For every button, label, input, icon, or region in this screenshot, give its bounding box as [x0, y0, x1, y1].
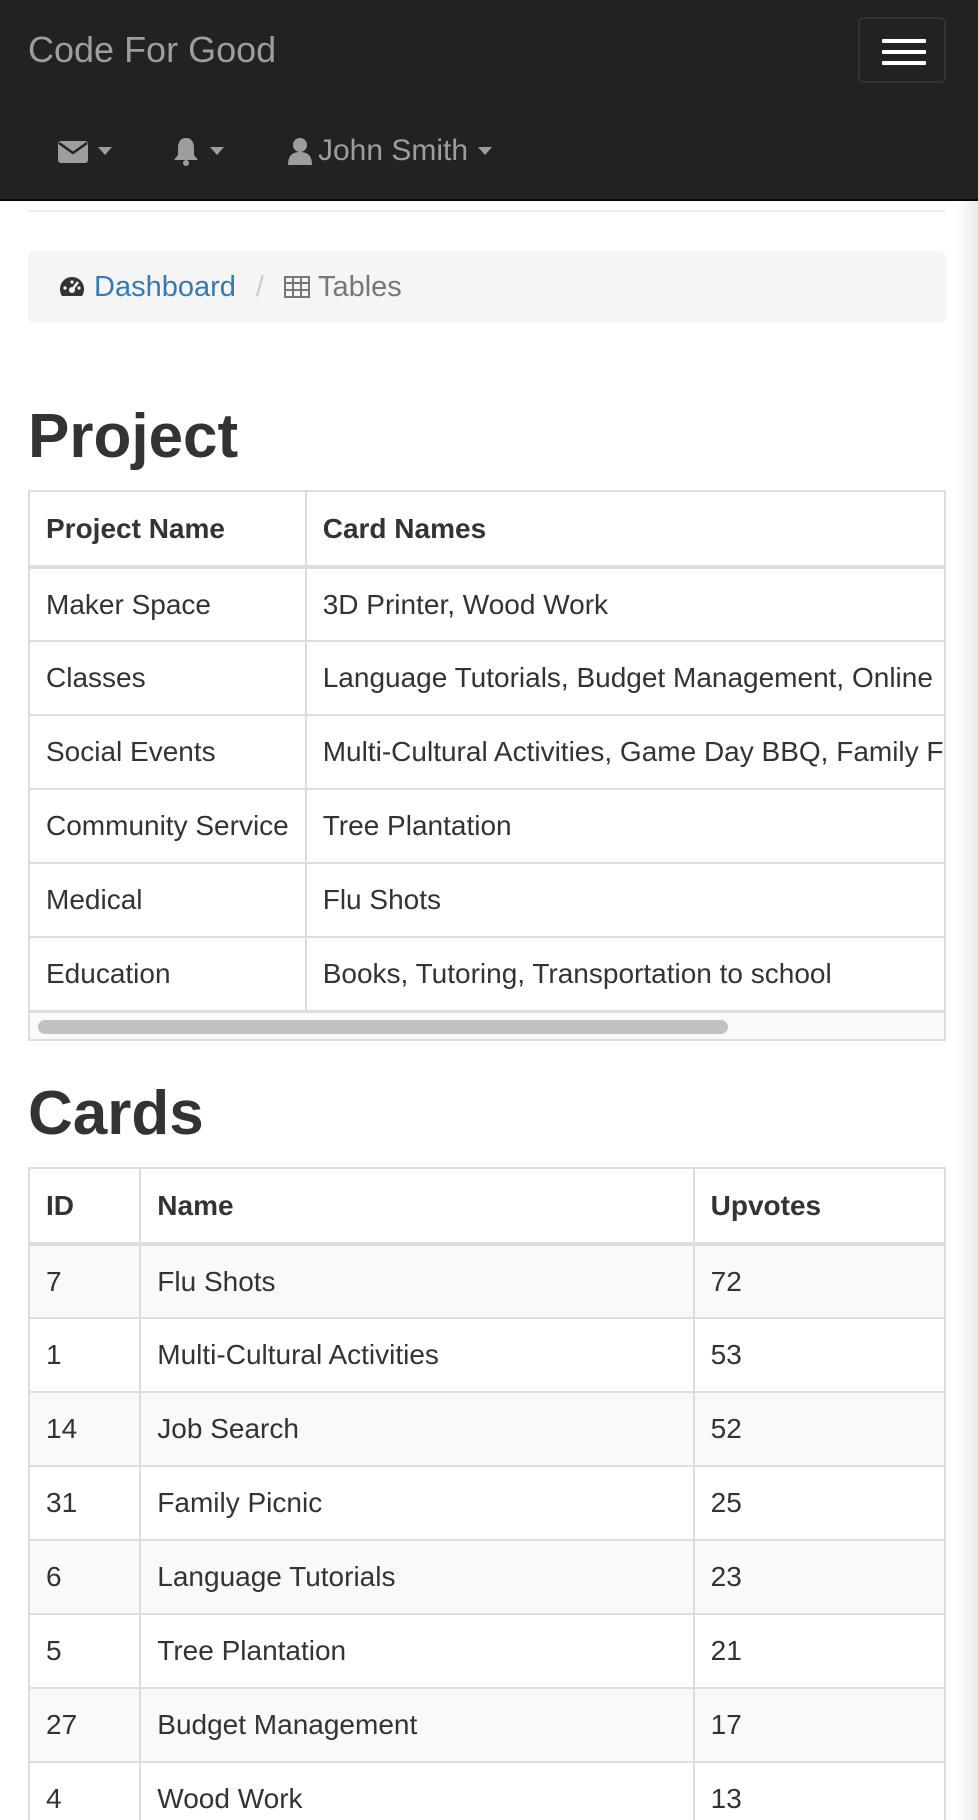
cards-table: ID Name Upvotes 7 Flu Shots 72 1 Multi-C…: [30, 1169, 944, 1820]
column-header: Name: [139, 1169, 695, 1246]
card-name-cell: Multi-Cultural Activities: [139, 1317, 695, 1393]
card-upvotes-cell: 53: [692, 1317, 944, 1393]
brand-link[interactable]: Code For Good: [28, 28, 276, 72]
breadcrumb-separator: /: [255, 270, 264, 303]
table-row: 31 Family Picnic 25: [30, 1465, 944, 1541]
card-names-cell: Flu Shots: [304, 862, 944, 938]
breadcrumb-tables-label: Tables: [317, 270, 402, 303]
table-row: Classes Language Tutorials, Budget Manag…: [30, 640, 944, 716]
alerts-dropdown[interactable]: [172, 128, 224, 174]
table-row: Social Events Multi-Cultural Activities,…: [30, 714, 944, 790]
project-name-cell: Classes: [30, 640, 307, 716]
breadcrumb: Dashboard / Tables: [28, 251, 946, 323]
table-row: Community Service Tree Plantation: [30, 788, 944, 864]
card-id-cell: 1: [30, 1317, 142, 1393]
card-id-cell: 31: [30, 1465, 142, 1541]
user-dropdown[interactable]: John Smith: [288, 128, 493, 174]
table-header-row: ID Name Upvotes: [30, 1169, 944, 1246]
envelope-icon: [58, 141, 88, 163]
project-name-cell: Maker Space: [30, 566, 307, 642]
breadcrumb-tables: Tables: [283, 270, 402, 304]
card-id-cell: 7: [30, 1243, 142, 1319]
card-name-cell: Tree Plantation: [139, 1613, 695, 1689]
table-row: 14 Job Search 52: [30, 1391, 944, 1467]
table-row: 1 Multi-Cultural Activities 53: [30, 1317, 944, 1393]
caret-down-icon: [478, 147, 493, 155]
card-id-cell: 6: [30, 1539, 142, 1615]
card-upvotes-cell: 52: [692, 1391, 944, 1467]
card-id-cell: 14: [30, 1391, 142, 1467]
cards-heading: Cards: [28, 1079, 204, 1148]
user-name: John Smith: [318, 134, 469, 167]
project-name-cell: Social Events: [30, 714, 307, 790]
project-table-container: Project Name Card Names Maker Space 3D P…: [28, 490, 946, 1041]
card-names-cell: Books, Tutoring, Transportation to schoo…: [304, 936, 944, 1012]
card-names-cell: Multi-Cultural Activities, Game Day BBQ,…: [304, 714, 944, 790]
cards-table-container: ID Name Upvotes 7 Flu Shots 72 1 Multi-C…: [28, 1167, 946, 1820]
header-divider: [28, 210, 946, 212]
page-edge-shadow: [956, 201, 978, 1820]
project-heading: Project: [28, 402, 239, 471]
table-row: 5 Tree Plantation 21: [30, 1613, 944, 1689]
column-header: Card Names: [304, 492, 944, 569]
card-upvotes-cell: 13: [692, 1761, 944, 1820]
table-row: 27 Budget Management 17: [30, 1687, 944, 1763]
card-name-cell: Language Tutorials: [139, 1539, 695, 1615]
column-header: ID: [30, 1169, 142, 1246]
breadcrumb-dashboard[interactable]: Dashboard: [58, 271, 236, 304]
card-upvotes-cell: 23: [692, 1539, 944, 1615]
horizontal-scrollbar[interactable]: [30, 1011, 944, 1039]
bell-icon: [174, 138, 198, 166]
card-id-cell: 5: [30, 1613, 142, 1689]
table-icon: [283, 276, 310, 298]
table-row: 7 Flu Shots 72: [30, 1243, 944, 1319]
caret-down-icon: [210, 147, 224, 155]
card-name-cell: Family Picnic: [139, 1465, 695, 1541]
scrollbar-thumb[interactable]: [38, 1020, 728, 1034]
card-id-cell: 27: [30, 1687, 142, 1763]
breadcrumb-dashboard-label: Dashboard: [94, 270, 236, 303]
column-header: Upvotes: [692, 1169, 944, 1246]
table-header-row: Project Name Card Names: [30, 492, 944, 569]
project-table: Project Name Card Names Maker Space 3D P…: [30, 492, 944, 1012]
card-name-cell: Wood Work: [139, 1761, 695, 1820]
table-row: Medical Flu Shots: [30, 862, 944, 938]
user-icon: [288, 138, 312, 165]
caret-down-icon: [98, 147, 112, 155]
card-name-cell: Flu Shots: [139, 1243, 695, 1319]
card-names-cell: Tree Plantation: [304, 788, 944, 864]
messages-dropdown[interactable]: [58, 128, 112, 174]
table-row: 4 Wood Work 13: [30, 1761, 944, 1820]
card-upvotes-cell: 21: [692, 1613, 944, 1689]
card-upvotes-cell: 17: [692, 1687, 944, 1763]
dashboard-icon: [59, 277, 85, 296]
project-name-cell: Medical: [30, 862, 307, 938]
table-row: Maker Space 3D Printer, Wood Work: [30, 566, 944, 642]
column-header: Project Name: [30, 492, 307, 569]
menu-toggle-button[interactable]: [858, 17, 946, 83]
card-names-cell: Language Tutorials, Budget Management, O…: [304, 640, 944, 716]
card-name-cell: Job Search: [139, 1391, 695, 1467]
project-name-cell: Community Service: [30, 788, 307, 864]
top-navbar: Code For Good John Smith: [0, 0, 978, 201]
card-upvotes-cell: 25: [692, 1465, 944, 1541]
table-row: Education Books, Tutoring, Transportatio…: [30, 936, 944, 1012]
card-names-cell: 3D Printer, Wood Work: [304, 566, 944, 642]
card-name-cell: Budget Management: [139, 1687, 695, 1763]
card-id-cell: 4: [30, 1761, 142, 1820]
table-row: 6 Language Tutorials 23: [30, 1539, 944, 1615]
card-upvotes-cell: 72: [692, 1243, 944, 1319]
project-name-cell: Education: [30, 936, 307, 1012]
